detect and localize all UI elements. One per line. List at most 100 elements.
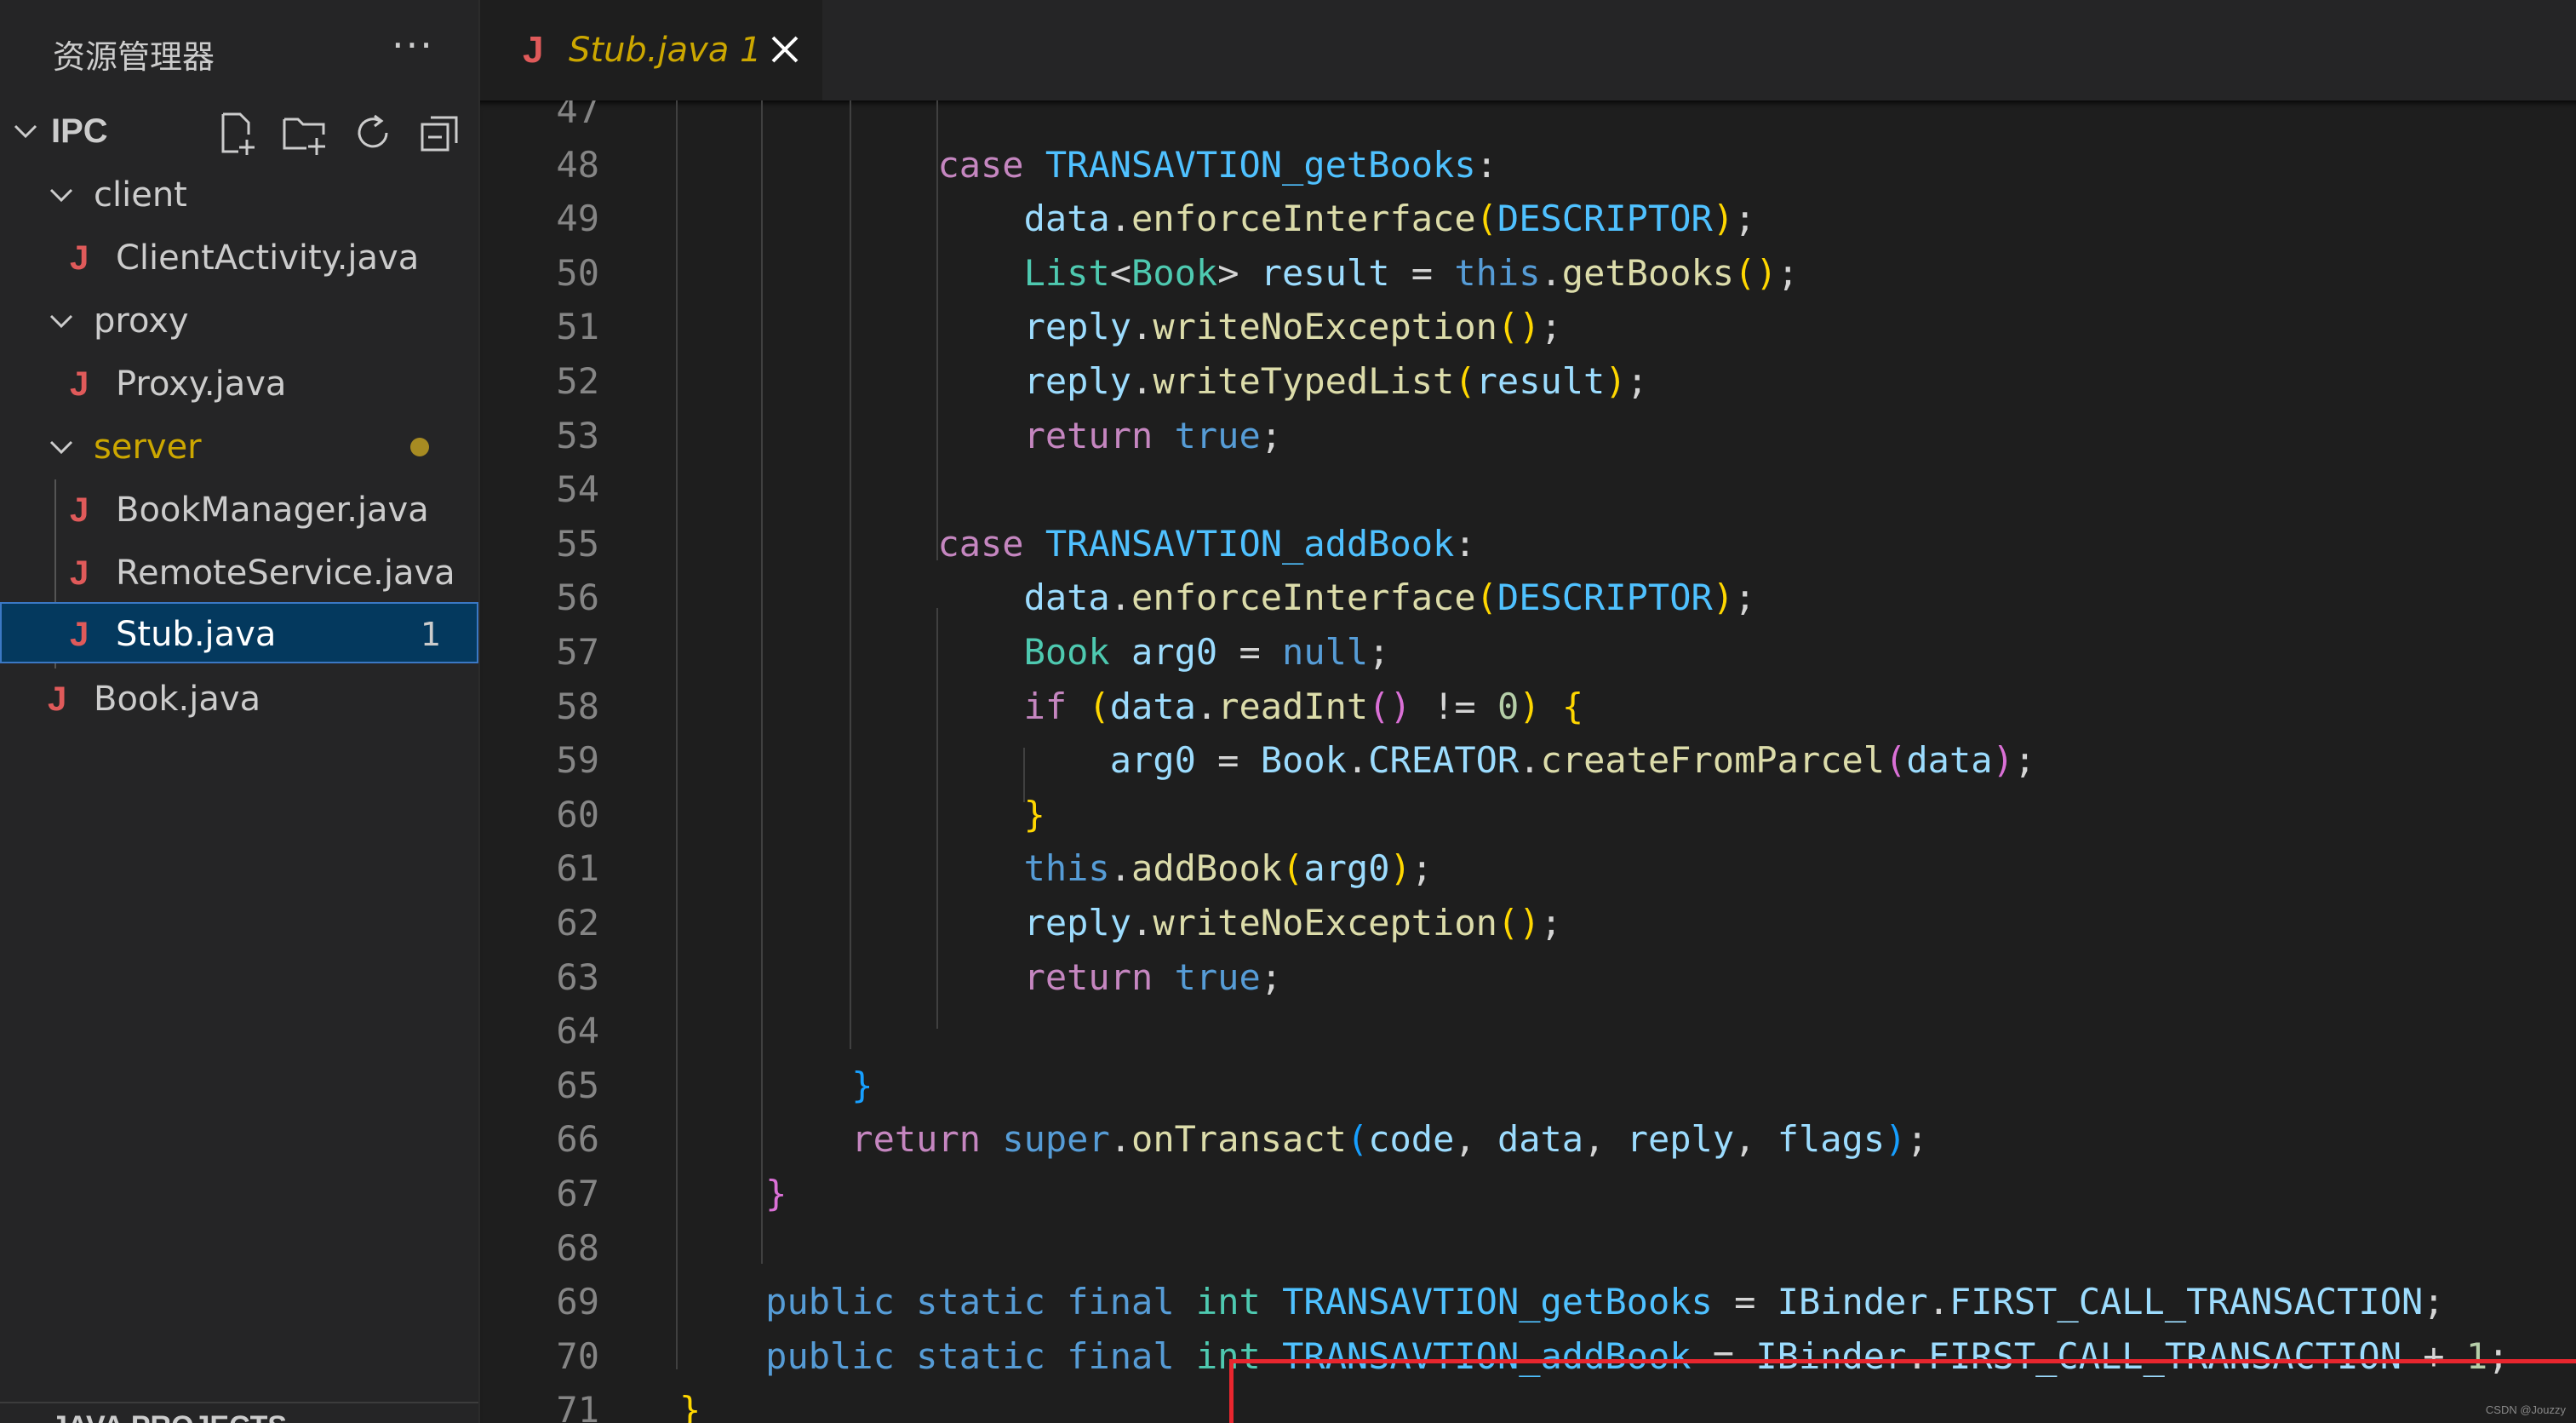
code-line[interactable]: 51 reply.writeNoException(); [480, 300, 2576, 354]
root-folder-label: IPC [51, 112, 108, 150]
file-remoteservice[interactable]: J RemoteService.java [0, 542, 478, 604]
folder-label: proxy [94, 301, 189, 341]
folder-server[interactable]: server [0, 416, 478, 478]
code-line[interactable]: 67 } [480, 1167, 2576, 1221]
line-number: 66 [556, 1118, 599, 1161]
code-token: } [1023, 793, 1045, 835]
code-token: enforceInterface [1131, 577, 1476, 619]
folder-proxy[interactable]: proxy [0, 290, 478, 352]
code-line[interactable]: 58 if (data.readInt() != 0) { [480, 680, 2576, 734]
line-number: 60 [556, 793, 599, 835]
code-line[interactable]: 66 return super.onTransact(code, data, r… [480, 1112, 2576, 1167]
folder-client[interactable]: client [0, 164, 478, 226]
code-token: . [1131, 902, 1153, 944]
code-line[interactable]: 62 reply.writeNoException(); [480, 896, 2576, 950]
tab-stub-java[interactable]: J Stub.java 1 [480, 0, 822, 100]
java-projects-section[interactable]: JAVA PROJECTS [0, 1410, 478, 1423]
code-line[interactable]: 63 return true; [480, 950, 2576, 1005]
code-line[interactable]: 64 [480, 1004, 2576, 1059]
code-line[interactable]: 54 [480, 462, 2576, 517]
code-token: this [1023, 847, 1110, 890]
code-token: () [1497, 902, 1541, 944]
code-line[interactable]: 69 public static final int TRANSAVTION_g… [480, 1275, 2576, 1329]
code-token: = [1195, 739, 1261, 782]
file-label: Book.java [94, 680, 261, 719]
code-token: () [1497, 306, 1541, 348]
code-text: reply.writeTypedList(result); [679, 354, 1648, 409]
code-token: CREATOR [1368, 739, 1520, 782]
code-token: writeTypedList [1153, 360, 1455, 402]
code-line[interactable]: 49 data.enforceInterface(DESCRIPTOR); [480, 192, 2576, 246]
code-token: = [1389, 251, 1455, 294]
code-token: flags [1777, 1118, 1886, 1161]
code-line[interactable]: 50 List<Book> result = this.getBooks(); [480, 246, 2576, 301]
folder-label: server [94, 427, 202, 467]
line-number: 71 [556, 1389, 599, 1423]
code-token: ; [1734, 577, 1756, 619]
code-token: , [1583, 1118, 1627, 1161]
code-line[interactable]: 60 } [480, 788, 2576, 842]
code-editor[interactable]: 47 48 case TRANSAVTION_getBooks: 49 data.e… [480, 100, 2576, 1423]
code-line[interactable]: 52 reply.writeTypedList(result); [480, 354, 2576, 409]
file-book[interactable]: J Book.java [0, 668, 478, 730]
line-number: 55 [556, 522, 599, 565]
code-token: public [765, 1281, 895, 1323]
more-actions-icon[interactable]: ··· [392, 22, 434, 68]
explorer-sidebar: 资源管理器 ··· IPC client J ClientActivity.ja… [0, 0, 480, 1423]
code-token: } [765, 1173, 787, 1214]
code-token: data [1906, 739, 1993, 782]
code-token: . [1109, 847, 1132, 890]
code-token: IBinder [1777, 1281, 1928, 1323]
new-file-icon[interactable] [213, 109, 260, 157]
code-token: ) [1712, 198, 1735, 240]
close-icon[interactable] [761, 26, 809, 73]
file-bookmanager[interactable]: J BookManager.java [0, 479, 478, 541]
file-label: Proxy.java [116, 364, 287, 404]
line-number: 70 [556, 1334, 599, 1377]
code-token: ) [1885, 1118, 1907, 1161]
code-token: ; [2013, 739, 2036, 782]
code-token: ; [1734, 198, 1756, 240]
code-token: : [1475, 143, 1497, 186]
code-line[interactable]: 56 data.enforceInterface(DESCRIPTOR); [480, 571, 2576, 625]
code-line[interactable]: 48 case TRANSAVTION_getBooks: [480, 138, 2576, 192]
problem-count-badge: 1 [421, 616, 442, 653]
code-line[interactable]: 65 } [480, 1059, 2576, 1113]
code-token: static [916, 1281, 1045, 1323]
refresh-icon[interactable] [349, 109, 397, 157]
file-stub[interactable]: J Stub.java 1 [0, 602, 478, 663]
code-token: FIRST_CALL_TRANSACTION [1949, 1281, 2424, 1323]
code-token: ( [1475, 577, 1497, 619]
code-token: super [1002, 1118, 1110, 1161]
code-line[interactable]: 59 arg0 = Book.CREATOR.createFromParcel(… [480, 733, 2576, 788]
section-label: JAVA PROJECTS [51, 1412, 287, 1423]
line-number: 59 [556, 739, 599, 782]
code-token: ; [1260, 414, 1283, 456]
code-line[interactable]: 55 case TRANSAVTION_addBook: [480, 517, 2576, 571]
code-token: () [1368, 685, 1411, 727]
file-proxy[interactable]: J Proxy.java [0, 353, 478, 415]
code-line[interactable]: 61 this.addBook(arg0); [480, 841, 2576, 896]
code-line[interactable]: 47 [480, 100, 2576, 138]
code-line[interactable]: 53 return true; [480, 409, 2576, 463]
code-token: data [1109, 685, 1196, 727]
collapse-all-icon[interactable] [417, 109, 465, 157]
file-clientactivity[interactable]: J ClientActivity.java [0, 227, 478, 289]
line-number: 57 [556, 631, 599, 673]
code-line[interactable]: 68 [480, 1221, 2576, 1276]
code-token: > [1217, 251, 1261, 294]
code-text: if (data.readInt() != 0) { [679, 680, 1584, 734]
code-token: () [1734, 251, 1777, 294]
code-line[interactable]: 57 Book arg0 = null; [480, 625, 2576, 680]
java-file-icon: J [70, 239, 89, 277]
new-folder-icon[interactable] [281, 109, 329, 157]
